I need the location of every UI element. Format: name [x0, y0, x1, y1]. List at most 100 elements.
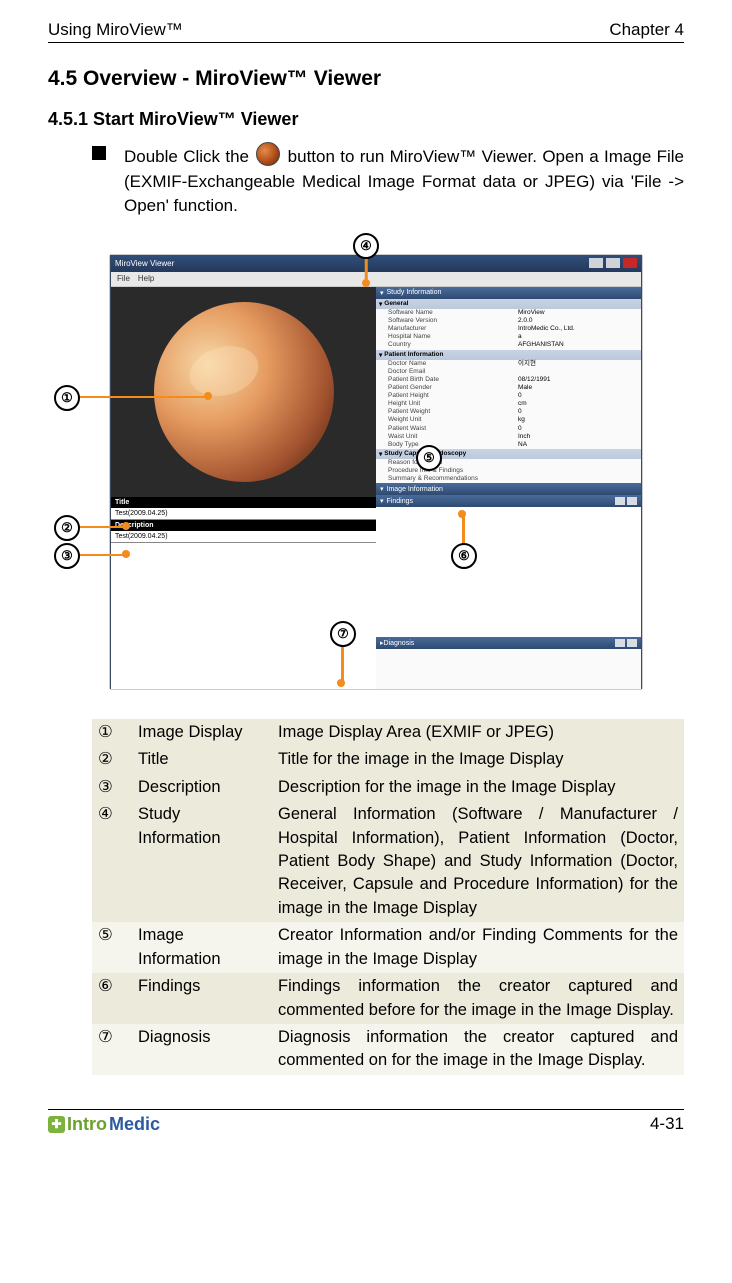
screenshot-figure: ④ ① ② ③ ⑤ ⑥ ⑦ MiroView Viewer [48, 237, 684, 707]
legend-desc: General Information (Software / Manufact… [272, 801, 684, 922]
chevron-down-icon: ▾ [380, 485, 384, 493]
kv-value: Inch [518, 433, 638, 441]
triangle-down-icon: ▾ [379, 300, 382, 308]
legend-num: ④ [92, 801, 132, 922]
callout-line-1 [76, 396, 206, 399]
menu-file[interactable]: File [117, 274, 130, 283]
kv-key: Weight Unit [388, 416, 518, 424]
app-window: MiroView Viewer File Help Title [110, 255, 642, 689]
menubar: File Help [111, 272, 641, 287]
callout-dot-4 [362, 279, 370, 287]
callout-1: ① [54, 385, 80, 411]
page-footer: IntroMedic 4-31 [48, 1110, 684, 1135]
kv-key: Summary & Recommendations [388, 475, 518, 483]
left-blank-area [111, 543, 376, 689]
diagnosis-header-label: Diagnosis [384, 640, 415, 647]
add-icon[interactable] [615, 639, 625, 647]
kv-key: Patient Gender [388, 384, 518, 392]
brand-text-b: Medic [109, 1114, 160, 1135]
legend-num: ② [92, 746, 132, 773]
kv-value [518, 467, 638, 475]
callout-6: ⑥ [451, 543, 477, 569]
kv-key: Patient Weight [388, 408, 518, 416]
kv-key: Height Unit [388, 400, 518, 408]
chevron-down-icon: ▾ [380, 289, 384, 297]
kv-value: kg [518, 416, 638, 424]
window-controls[interactable] [588, 258, 637, 270]
kv-value: a [518, 333, 638, 341]
diagnosis-header[interactable]: ▸ Diagnosis [376, 637, 641, 649]
legend-desc-text: General Information (Software / Manufact… [278, 803, 678, 920]
image-display-area [111, 287, 376, 497]
table-row: ① Image Display Image Display Area (EXMI… [92, 719, 684, 746]
callout-dot-7 [337, 679, 345, 687]
callout-dot-6 [458, 510, 466, 518]
add-icon[interactable] [615, 497, 625, 505]
legend-num: ⑥ [92, 973, 132, 1024]
subsection-title: 4.5.1 Start MiroView™ Viewer [48, 109, 684, 130]
kv-key: Procedure Info & Findings [388, 467, 518, 475]
callout-5: ⑤ [416, 445, 442, 471]
legend-block: ① Image Display Image Display Area (EXMI… [48, 719, 684, 1075]
legend-num: ① [92, 719, 132, 746]
close-icon[interactable] [623, 258, 637, 268]
callout-dot-2 [122, 522, 130, 530]
square-bullet-icon [92, 146, 106, 160]
kv-value: 이지현 [518, 360, 638, 368]
instruction-block: Double Click the button to run MiroView™… [48, 142, 684, 219]
table-row: ② Title Title for the image in the Image… [92, 746, 684, 773]
maximize-icon[interactable] [606, 258, 620, 268]
legend-desc: Image Display Area (EXMIF or JPEG) [272, 719, 684, 746]
bullet-text: Double Click the button to run MiroView™… [124, 142, 684, 219]
table-row: ⑦ Diagnosis Diagnosis information the cr… [92, 1024, 684, 1075]
kv-key: Patient Birth Date [388, 376, 518, 384]
legend-desc-text: Findings information the creator capture… [278, 975, 678, 1022]
page-number: 4-31 [650, 1114, 684, 1134]
callout-dot-1 [204, 392, 212, 400]
chevron-down-icon: ▾ [380, 497, 384, 505]
minimize-icon[interactable] [589, 258, 603, 268]
table-row: ⑤ Image Information Creator Information … [92, 922, 684, 973]
patient-heading[interactable]: ▾ Patient Information [376, 350, 641, 360]
legend-label: Image Display [132, 719, 272, 746]
app-body: Title Test(2009.04.25) Description Test(… [111, 287, 641, 689]
legend-desc: Findings information the creator capture… [272, 973, 684, 1024]
general-group: Software NameMiroView Software Version2.… [376, 309, 641, 350]
callout-line-6 [462, 514, 465, 544]
callout-7: ⑦ [330, 621, 356, 647]
patient-heading-label: Patient Information [384, 351, 443, 358]
general-heading-label: General [384, 300, 408, 307]
kv-key: Country [388, 341, 518, 349]
legend-label: Diagnosis [132, 1024, 272, 1075]
legend-label: Title [132, 746, 272, 773]
kv-value [518, 475, 638, 483]
legend-num: ⑤ [92, 922, 132, 973]
kv-key: Patient Height [388, 392, 518, 400]
kv-key: Hospital Name [388, 333, 518, 341]
kv-key: Doctor Email [388, 368, 518, 376]
legend-num: ⑦ [92, 1024, 132, 1075]
general-heading[interactable]: ▾ General [376, 299, 641, 309]
remove-icon[interactable] [627, 639, 637, 647]
brand-text-a: Intro [67, 1114, 107, 1135]
kv-key: Software Version [388, 317, 518, 325]
legend-desc-text: Diagnosis information the creator captur… [278, 1026, 678, 1073]
kv-value [518, 368, 638, 376]
study-ce-group: Reason for referral Procedure Info & Fin… [376, 459, 641, 483]
remove-icon[interactable] [627, 497, 637, 505]
right-pane: ▾ Study Information ▾ General Software N… [376, 287, 641, 689]
study-info-header[interactable]: ▾ Study Information [376, 287, 641, 299]
legend-label: Image Information [132, 922, 272, 973]
table-row: ④ Study Information General Information … [92, 801, 684, 922]
legend-label: Study Information [132, 801, 272, 922]
findings-header[interactable]: ▾ Findings [376, 495, 641, 507]
image-info-header[interactable]: ▾ Image Information [376, 483, 641, 495]
kv-value: NA [518, 441, 638, 449]
bullet-item: Double Click the button to run MiroView™… [92, 142, 684, 219]
findings-header-label: Findings [387, 498, 413, 505]
callout-line-3 [76, 554, 124, 557]
table-row: ③ Description Description for the image … [92, 774, 684, 801]
legend-label: Findings [132, 973, 272, 1024]
menu-help[interactable]: Help [138, 274, 154, 283]
callout-2: ② [54, 515, 80, 541]
